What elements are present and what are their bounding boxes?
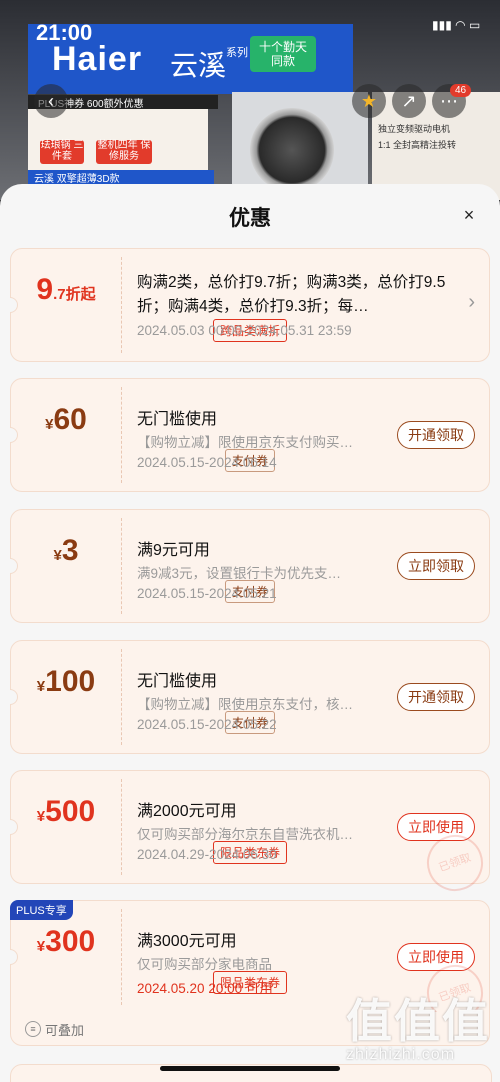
coupon-amount: ¥60 <box>45 403 87 436</box>
stackable-label: 可叠加 <box>45 1023 85 1038</box>
watermark-logo: 值值值 <box>346 995 490 1047</box>
coupon-desc: 满9减3元，设置银行卡为优先支… <box>137 566 342 581</box>
coupon-card: ¥500 限品类东券 满2000元可用 仅可购买部分海尔京东自营洗衣机… 202… <box>10 770 491 899</box>
coupon-amount: ¥3 <box>53 534 79 567</box>
brand-logo: Haier <box>52 40 143 78</box>
coupon-date: 2024.05.15-2024.05.22 <box>137 717 277 732</box>
share-icon[interactable]: ↗ <box>392 84 426 118</box>
plus-exclusive-badge: PLUS专享 <box>10 900 73 920</box>
promo-tag: 十个勤天 同款 <box>250 36 316 72</box>
status-icons: ▮▮▮ ◠ ▭ <box>432 18 481 32</box>
feature-text-2: 1:1 全封高精注投转 <box>378 140 457 150</box>
home-indicator[interactable] <box>160 1066 340 1071</box>
card-divider <box>121 518 122 614</box>
series-name: 云溪系列 <box>170 47 249 81</box>
card-divider <box>121 257 122 353</box>
card-divider <box>121 649 122 745</box>
feature-badge-1: 珐琅锅 三件套 <box>40 140 84 164</box>
discount-sheet: 优惠 × 9.7折起 跨品类满折 购满2类，总价打9.7折；购满3类，总价打9.… <box>0 184 500 1082</box>
coupon-date: 2024.05.03 00:00-2024.05.31 23:59 <box>137 323 352 338</box>
coupon-card: ¥100 支付券 无门槛使用 【购物立减】限使用京东支付，核… 2024.05.… <box>10 640 490 754</box>
close-icon[interactable]: × <box>458 204 480 226</box>
coupon-desc: 【购物立减】限使用京东支付购买… <box>137 435 353 450</box>
coupon-desc: 仅可购买部分海尔京东自营洗衣机… <box>137 827 353 842</box>
chevron-right-icon[interactable]: › <box>468 291 475 314</box>
activate-claim-button[interactable]: 开通领取 <box>397 421 475 449</box>
coupon-amount: ¥500 <box>36 795 96 828</box>
coupon-date: 2024.05.15-2024.05.21 <box>137 586 277 601</box>
card-divider <box>121 387 122 483</box>
coupon-title: 满2000元可用 <box>137 803 237 820</box>
coupon-title: 无门槛使用 <box>137 673 218 690</box>
stack-icon: ≡ <box>25 1021 41 1037</box>
coupon-card-discount[interactable]: 9.7折起 跨品类满折 购满2类，总价打9.7折；购满3类，总价打9.5折；购满… <box>10 248 490 362</box>
coupon-title: 购满2类，总价打9.7折；购满3类，总价打9.5折；购满4类，总价打9.3折；每… <box>137 274 446 315</box>
card-divider <box>121 779 122 875</box>
card-divider <box>121 909 122 1005</box>
coupon-amount: 9.7折起 <box>36 273 96 306</box>
feature-text-1: 独立变频驱动电机 <box>378 124 451 134</box>
coupon-date: 2024.05.15-2024.06.14 <box>137 455 277 470</box>
coupon-title: 满9元可用 <box>137 542 210 559</box>
coupon-date: 2024.04.29-2024.06.30 <box>137 847 277 862</box>
feature-badge-2: 整机四年 保修服务 <box>96 140 152 164</box>
back-icon[interactable]: ‹ <box>34 84 68 118</box>
coupon-date: 2024.05.20 20:00 可用 <box>137 981 273 996</box>
cart-count-badge: 46 <box>450 84 472 97</box>
star-icon[interactable]: ★ <box>352 84 386 118</box>
watermark-url: zhizhizhi.com <box>346 1046 456 1063</box>
activate-claim-button[interactable]: 开通领取 <box>397 683 475 711</box>
site-watermark: 值值值 zhizhizhi.com <box>346 996 496 1076</box>
coupon-amount: ¥300 <box>36 925 96 958</box>
washer-drum <box>250 108 334 192</box>
claim-now-button[interactable]: 立即领取 <box>397 552 475 580</box>
sheet-title: 优惠 <box>229 207 271 230</box>
coupon-title: 无门槛使用 <box>137 411 218 428</box>
coupon-desc: 仅可购买部分家电商品 <box>137 957 272 972</box>
coupon-title: 满3000元可用 <box>137 933 237 950</box>
coupon-desc: 【购物立减】限使用京东支付，核… <box>137 697 353 712</box>
coupon-card: ¥3 支付券 满9元可用 满9减3元，设置银行卡为优先支… 2024.05.15… <box>10 509 490 623</box>
product-banner: 21:00 Haier 云溪系列 十个勤天 同款 ▮▮▮ ◠ ▭ PLUS神券 … <box>0 0 500 200</box>
coupon-amount: ¥100 <box>36 665 96 698</box>
coupon-card: ¥60 支付券 无门槛使用 【购物立减】限使用京东支付购买… 2024.05.1… <box>10 378 490 492</box>
